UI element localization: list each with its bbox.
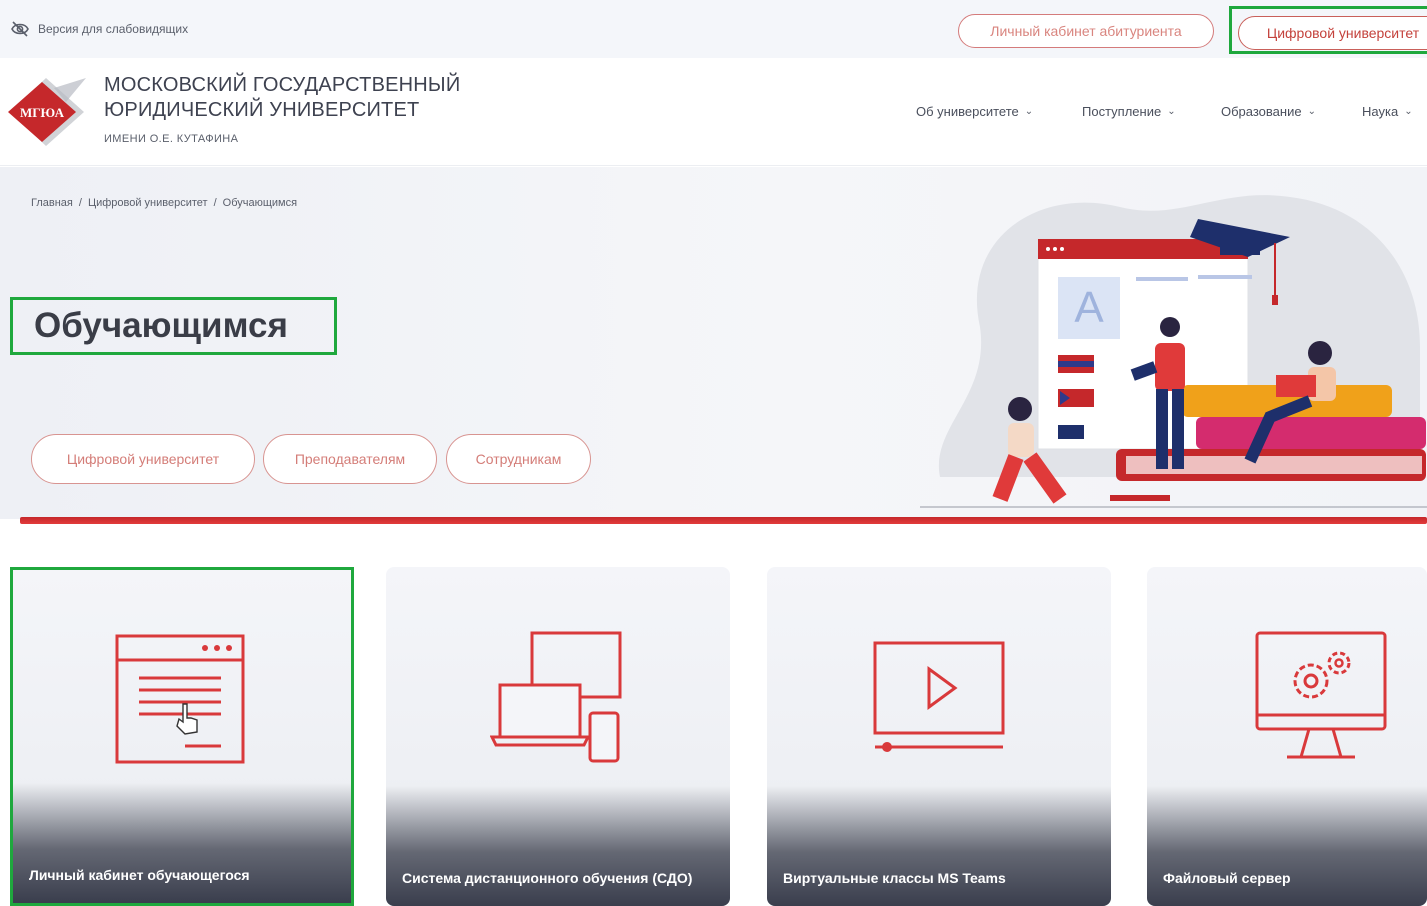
nav-label: Об университете [916, 104, 1019, 119]
university-logo[interactable]: МГЮА [6, 74, 90, 150]
nav-education[interactable]: Образование ⌄ [1221, 104, 1316, 119]
hero-section: Главная / Цифровой университет / Обучающ… [0, 167, 1427, 519]
svg-text:A: A [1074, 283, 1104, 332]
teachers-tab[interactable]: Преподавателям [263, 434, 437, 484]
chevron-down-icon: ⌄ [1307, 106, 1316, 117]
file-server-card[interactable]: Файловый сервер [1147, 567, 1427, 906]
card-label: Виртуальные классы MS Teams [783, 870, 1006, 886]
breadcrumb: Главная / Цифровой университет / Обучающ… [31, 197, 297, 209]
page-title-highlight: Обучающимся [10, 297, 337, 355]
hero-divider [20, 517, 1427, 524]
digital-university-tab[interactable]: Цифровой университет [31, 434, 255, 484]
university-name-line2: ЮРИДИЧЕСКИЙ УНИВЕРСИТЕТ [104, 99, 420, 121]
site-header: МГЮА МОСКОВСКИЙ ГОСУДАРСТВЕННЫЙ ЮРИДИЧЕС… [0, 58, 1427, 166]
breadcrumb-home[interactable]: Главная [31, 197, 73, 209]
applicant-cabinet-button[interactable]: Личный кабинет абитуриента [958, 14, 1214, 48]
nav-label: Поступление [1082, 104, 1162, 119]
nav-science[interactable]: Наука ⌄ [1362, 104, 1413, 119]
distance-learning-card[interactable]: Система дистанционного обучения (СДО) [386, 567, 730, 906]
nav-admission[interactable]: Поступление ⌄ [1082, 104, 1176, 119]
breadcrumb-current: Обучающимся [222, 197, 298, 209]
card-label: Личный кабинет обучающегося [29, 867, 250, 883]
logo-text: МГЮА [20, 105, 65, 120]
nav-label: Наука [1362, 104, 1399, 119]
low-vision-link[interactable]: Версия для слабовидящих [10, 20, 188, 38]
card-label: Система дистанционного обучения (СДО) [402, 870, 693, 886]
card-label: Файловый сервер [1163, 870, 1291, 886]
breadcrumb-separator: / [213, 197, 217, 209]
browser-window-cursor-icon [115, 634, 245, 764]
staff-tab[interactable]: Сотрудникам [446, 434, 591, 484]
digital-university-button[interactable]: Цифровой университет [1238, 16, 1427, 50]
nav-label: Образование [1221, 104, 1302, 119]
university-name-line1: МОСКОВСКИЙ ГОСУДАРСТВЕННЫЙ [104, 74, 461, 96]
monitor-gear-icon [1255, 631, 1387, 759]
eye-off-icon [11, 21, 29, 37]
chevron-down-icon: ⌄ [1024, 106, 1034, 117]
student-cabinet-card[interactable]: Личный кабинет обучающегося [10, 567, 354, 906]
page: Версия для слабовидящих Личный кабинет а… [0, 0, 1427, 906]
chevron-down-icon: ⌄ [1167, 106, 1176, 117]
university-name-line3: ИМЕНИ О.Е. КУТАФИНА [104, 133, 239, 145]
nav-about-university[interactable]: Об университете ⌄ [916, 104, 1033, 119]
chevron-down-icon: ⌄ [1404, 106, 1413, 117]
students-illustration: A [920, 195, 1427, 508]
devices-icon [490, 631, 622, 763]
breadcrumb-separator: / [78, 197, 82, 209]
low-vision-label: Версия для слабовидящих [38, 22, 189, 36]
video-player-icon [873, 641, 1005, 752]
page-title: Обучающимся [34, 306, 288, 345]
ms-teams-card[interactable]: Виртуальные классы MS Teams [767, 567, 1111, 906]
digital-university-highlight: Цифровой университет [1229, 6, 1427, 54]
breadcrumb-section[interactable]: Цифровой университет [88, 197, 208, 209]
top-bar: Версия для слабовидящих Личный кабинет а… [0, 0, 1427, 58]
